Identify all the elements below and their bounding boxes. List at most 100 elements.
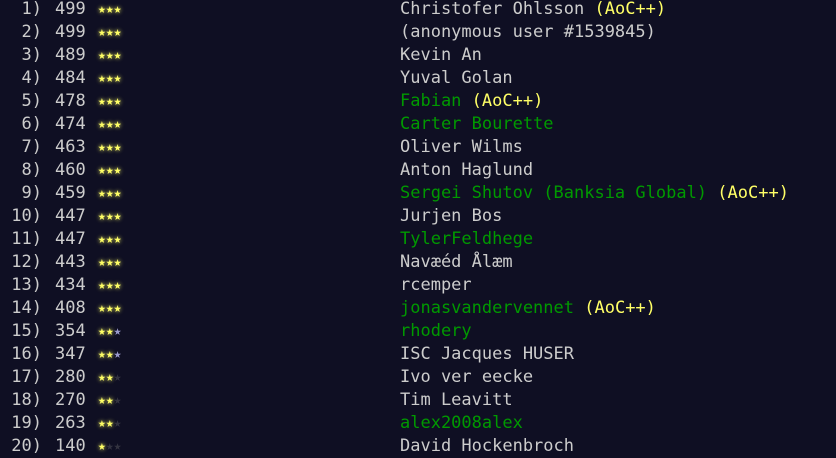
stars-group: ★★★ [98,159,121,182]
leaderboard-row: 6) 474 ★★★ Carter Bourette [0,113,836,136]
score-value: 478 [55,91,86,111]
rank-label: 9) [21,183,42,203]
score-value: 347 [55,344,86,364]
stars-group: ★★★ [98,113,121,136]
user-name-link[interactable]: alex2008alex [400,413,523,433]
score-value: 459 [55,183,86,203]
aoc-supporter-badge[interactable]: (AoC++) [594,0,666,19]
score-value: 447 [55,206,86,226]
leaderboard: 1) 499 ★★★ Christofer Ohlsson (AoC++) 2) 499 ★… [0,0,836,458]
gold-star-icon: ★ [113,209,122,224]
score-value: 474 [55,114,86,134]
user-name: Oliver Wilms [400,137,523,157]
user-cell: Jurjen Bos [400,205,502,228]
gold-star-icon: ★ [98,25,106,40]
stars-group: ★★★ [98,435,121,458]
stars-group: ★★★ [98,320,121,343]
user-name: ISC Jacques HUSER [400,344,574,364]
gold-star-icon: ★ [98,347,106,362]
aoc-supporter-badge[interactable]: (AoC++) [472,91,544,111]
user-cell: jonasvandervennet (AoC++) [400,297,656,320]
gold-star-icon: ★ [105,140,114,155]
user-name: (anonymous user #1539845) [400,22,656,42]
score-value: 499 [55,22,86,42]
user-name-link[interactable]: Fabian [400,91,461,111]
stars-group: ★★★ [98,366,121,389]
gold-star-icon: ★ [113,71,122,86]
aoc-supporter-badge[interactable]: (AoC++) [584,298,656,318]
gold-star-icon: ★ [113,140,122,155]
rank-label: 13) [11,275,42,295]
rank-label: 2) [21,22,42,42]
user-cell: Anton Haglund [400,159,533,182]
gold-star-icon: ★ [105,186,114,201]
user-name-link[interactable]: rhodery [400,321,472,341]
user-name: Tim Leavitt [400,390,513,410]
gold-star-icon: ★ [98,232,106,247]
rank-label: 16) [11,344,42,364]
gold-star-icon: ★ [98,140,106,155]
gold-star-icon: ★ [98,439,106,454]
user-cell: David Hockenbroch [400,435,574,458]
aoc-supporter-badge[interactable]: (AoC++) [717,183,789,203]
rank-label: 20) [11,436,42,456]
gold-star-icon: ★ [105,232,114,247]
stars-group: ★★★ [98,0,121,21]
rank-label: 12) [11,252,42,272]
leaderboard-row: 20) 140 ★★★ David Hockenbroch [0,435,836,458]
gold-star-icon: ★ [98,324,106,339]
gold-star-icon: ★ [113,2,122,17]
gold-star-icon: ★ [113,48,122,63]
leaderboard-row: 15) 354 ★★★ rhodery [0,320,836,343]
stars-group: ★★★ [98,44,121,67]
user-name: Navæéd Ålæm [400,252,513,272]
gold-star-icon: ★ [113,278,122,293]
silver-star-icon: ★ [113,347,122,362]
gold-star-icon: ★ [113,232,122,247]
stars-group: ★★★ [98,205,121,228]
gold-star-icon: ★ [113,25,122,40]
gold-star-icon: ★ [105,301,114,316]
user-cell: Tim Leavitt [400,389,513,412]
user-name-link[interactable]: Sergei Shutov (Banksia Global) [400,183,707,203]
leaderboard-row: 8) 460 ★★★ Anton Haglund [0,159,836,182]
stars-group: ★★★ [98,90,121,113]
rank-label: 6) [21,114,42,134]
score-value: 447 [55,229,86,249]
user-name: David Hockenbroch [400,436,574,456]
gold-star-icon: ★ [98,94,106,109]
user-name-link[interactable]: TylerFeldhege [400,229,533,249]
user-name-link[interactable]: jonasvandervennet [400,298,574,318]
leaderboard-row: 5) 478 ★★★ Fabian (AoC++) [0,90,836,113]
gold-star-icon: ★ [105,94,114,109]
gold-star-icon: ★ [98,393,106,408]
leaderboard-row: 2) 499 ★★★ (anonymous user #1539845) [0,21,836,44]
user-cell: Fabian (AoC++) [400,90,543,113]
gold-star-icon: ★ [98,163,106,178]
leaderboard-row: 19) 263 ★★★ alex2008alex [0,412,836,435]
user-name: Ivo ver eecke [400,367,534,387]
rank-label: 19) [11,413,42,433]
user-name-link[interactable]: Carter Bourette [400,114,554,134]
gold-star-icon: ★ [105,255,114,270]
stars-group: ★★★ [98,343,121,366]
user-cell: Sergei Shutov (Banksia Global) (AoC++) [400,182,789,205]
silver-star-icon: ★ [113,324,122,339]
score-value: 270 [55,390,86,410]
user-cell: alex2008alex [400,412,523,435]
rank-label: 15) [11,321,42,341]
leaderboard-row: 7) 463 ★★★ Oliver Wilms [0,136,836,159]
user-cell: Carter Bourette [400,113,554,136]
leaderboard-row: 12) 443 ★★★ Navæéd Ålæm [0,251,836,274]
stars-group: ★★★ [98,182,121,205]
score-value: 463 [55,137,86,157]
user-cell: Christofer Ohlsson (AoC++) [400,0,666,21]
score-value: 489 [55,45,86,65]
rank-label: 4) [21,68,42,88]
gold-star-icon: ★ [105,278,114,293]
gold-star-icon: ★ [113,186,122,201]
gold-star-icon: ★ [113,163,122,178]
gold-star-icon: ★ [98,370,106,385]
gold-star-icon: ★ [98,209,106,224]
gold-star-icon: ★ [113,255,122,270]
